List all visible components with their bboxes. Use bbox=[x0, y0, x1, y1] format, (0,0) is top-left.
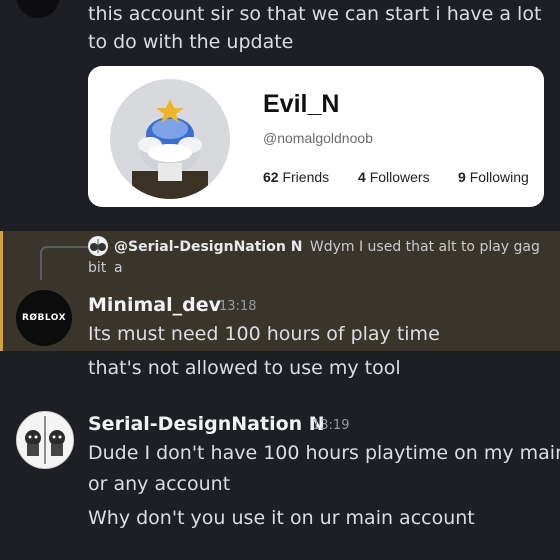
twin-character-icon bbox=[90, 239, 106, 253]
twin-character-icon bbox=[25, 416, 65, 464]
serial-avatar[interactable] bbox=[16, 411, 74, 469]
previous-user-avatar[interactable] bbox=[16, 0, 60, 18]
reply-text-continued: bit bbox=[88, 260, 107, 276]
message-text: that's not allowed to use my tool bbox=[88, 357, 401, 379]
roblox-logo: RØBLOX bbox=[21, 313, 67, 323]
followers-stat[interactable]: 4 Followers bbox=[358, 169, 430, 185]
reply-avatar[interactable] bbox=[88, 236, 108, 256]
profile-handle: @nomalgoldnoob bbox=[263, 130, 373, 146]
following-label: Following bbox=[469, 169, 529, 185]
serial-username[interactable]: Serial-DesignNation N bbox=[88, 413, 325, 435]
profile-avatar bbox=[110, 79, 230, 199]
reply-connector-line bbox=[40, 246, 88, 280]
minimal-dev-username[interactable]: Minimal_dev bbox=[88, 294, 221, 316]
following-stat[interactable]: 9 Following bbox=[458, 169, 529, 185]
minimal-dev-timestamp[interactable]: 13:18 bbox=[219, 299, 256, 314]
minimal-dev-avatar[interactable]: RØBLOX bbox=[16, 290, 72, 346]
profile-card[interactable]: Evil_N @nomalgoldnoob 62 Friends 4 Follo… bbox=[88, 66, 544, 207]
profile-name: Evil_N bbox=[263, 90, 340, 118]
followers-label: Followers bbox=[369, 169, 430, 185]
friends-label: Friends bbox=[282, 169, 330, 185]
message-text: to do with the update bbox=[88, 31, 294, 53]
friends-count: 62 bbox=[263, 169, 279, 185]
message-text: this account sir so that we can start i … bbox=[88, 3, 542, 25]
friends-stat[interactable]: 62 Friends bbox=[263, 169, 329, 185]
message-text: Its must need 100 hours of play time bbox=[88, 323, 440, 345]
avatar-character-icon bbox=[132, 99, 208, 199]
following-count: 9 bbox=[458, 169, 466, 185]
reply-preview[interactable]: @Serial-DesignNation N Wdym I used that … bbox=[114, 237, 544, 279]
serial-timestamp[interactable]: 13:19 bbox=[312, 418, 349, 433]
message-text: Dude I don't have 100 hours playtime on … bbox=[88, 442, 560, 464]
followers-count: 4 bbox=[358, 169, 366, 185]
message-text: or any account bbox=[88, 473, 231, 495]
message-text: Why don't you use it on ur main account bbox=[88, 507, 475, 529]
reply-mention[interactable]: @Serial-DesignNation N bbox=[114, 239, 302, 255]
